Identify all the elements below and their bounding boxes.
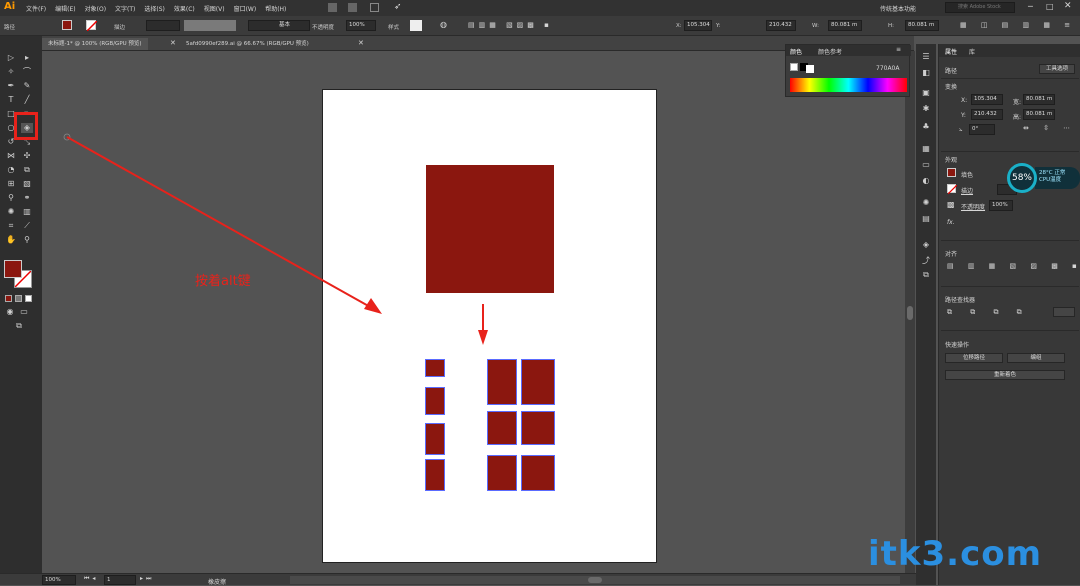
offset-path-button[interactable]: 位移路径 (945, 353, 1003, 363)
panel-dock: ☰ ◧ ▣ ✱ ♣ ▦ ▭ ◐ ✺ ▤ ◈ ⤴ ⧉ (916, 44, 936, 585)
vertical-scrollbar[interactable] (905, 51, 915, 573)
props-y-input[interactable]: 210.432 (971, 109, 1003, 120)
graphic-styles-dock-icon[interactable]: ▤ (920, 214, 932, 224)
quick-actions-heading: 快速操作 (945, 342, 970, 349)
gradient-dock-icon[interactable]: ▭ (920, 160, 932, 170)
tab-libraries[interactable]: 库 (969, 47, 975, 56)
props-header (939, 44, 1080, 57)
props-opacity-input[interactable]: 100% (989, 200, 1013, 211)
angle-input[interactable]: 0° (969, 124, 995, 135)
annotation-text: 按着alt键 (195, 274, 251, 289)
white-swatch[interactable] (806, 65, 814, 73)
transform-heading: 变换 (945, 84, 958, 91)
tab-properties[interactable]: 属性 (945, 47, 957, 56)
props-y-label: Y: (961, 112, 966, 119)
color-spectrum[interactable] (790, 78, 907, 92)
pointer-arrowhead (364, 298, 382, 314)
properties-panel: 属性 库 路径 工具选项 变换 X: 105.304 宽: 80.081 m Y… (938, 44, 1080, 585)
artboard-nav-next[interactable]: ▸⏭ (140, 575, 154, 583)
appearance-dock-icon[interactable]: ✺ (920, 198, 932, 208)
none-swatch[interactable] (790, 63, 798, 71)
props-x-label: X: (961, 97, 968, 104)
color-panel: 颜色 颜色参考 ≡ 770A0A (785, 44, 911, 97)
artboards-dock-icon[interactable]: ⧉ (920, 270, 932, 280)
status-bar: 100% ⏮◂ 1 ▸⏭ 橡皮擦 (0, 573, 916, 586)
symbols-dock-icon[interactable]: ♣ (920, 122, 932, 132)
cpu-label: CPU温度 (1039, 177, 1062, 183)
zoom-select[interactable]: 100% (42, 575, 76, 585)
props-fill-label: 填色 (961, 172, 974, 179)
artboard-number[interactable]: 1 (104, 575, 136, 585)
props-stroke-swatch[interactable] (947, 184, 957, 194)
tab-color-guide[interactable]: 颜色参考 (818, 47, 842, 56)
export-dock-icon[interactable]: ⤴ (920, 256, 932, 266)
recolor-button[interactable]: 重新着色 (945, 370, 1065, 380)
align-heading: 对齐 (945, 251, 958, 258)
props-h-label: 高: (1013, 114, 1022, 121)
props-w-input[interactable]: 80.081 m (1023, 94, 1055, 105)
swatches-dock-icon[interactable]: ▦ (920, 144, 932, 154)
panel-menu-icon[interactable]: ≡ (896, 46, 901, 53)
artboard-nav-prev[interactable]: ⏮◂ (84, 575, 98, 583)
cpu-temp: 28°C 正常 (1039, 170, 1066, 176)
pathfinder-heading: 路径查找器 (945, 297, 976, 304)
align-buttons[interactable]: ▤ ▥ ▦ ▧ ▨ ▩ ▪ ▫ (947, 262, 1080, 270)
props-fill-swatch[interactable] (947, 168, 956, 177)
properties-dock-icon[interactable]: ☰ (920, 52, 932, 62)
appearance-heading: 外观 (945, 157, 958, 164)
watermark: itk3.com (868, 534, 1043, 574)
opacity-icon: ▩ (947, 200, 955, 209)
brush-dock-icon[interactable]: ✱ (920, 104, 932, 114)
horizontal-scrollbar[interactable] (290, 576, 900, 584)
tool-options-button[interactable]: 工具选项 (1039, 64, 1075, 74)
h-scroll-thumb[interactable] (588, 577, 602, 583)
props-path-label: 路径 (945, 68, 958, 75)
pathfinder-expand-button[interactable] (1053, 307, 1075, 317)
flip-icons[interactable]: ⇹ ⇳ ⋯ (1023, 124, 1076, 132)
group-button[interactable]: 编组 (1007, 353, 1065, 363)
pathfinder-buttons[interactable]: ⧉ ⧉ ⧉ ⧉ (947, 308, 1030, 317)
down-arrowhead (478, 330, 488, 345)
cpu-gauge: 28°C 正常 CPU温度 58% (1007, 163, 1080, 193)
scroll-thumb[interactable] (907, 306, 913, 320)
color-panel-header (786, 45, 911, 56)
rotate-angle-icon: ⦣ (959, 126, 963, 133)
layers-dock-icon[interactable]: ◧ (920, 68, 932, 78)
hex-value[interactable]: 770A0A (876, 65, 899, 72)
cpu-percent: 58% (1007, 163, 1037, 193)
transparency-dock-icon[interactable]: ◐ (920, 176, 932, 186)
props-h-input[interactable]: 80.081 m (1023, 109, 1055, 120)
props-x-input[interactable]: 105.304 (971, 94, 1003, 105)
props-stroke-label[interactable]: 描边 (961, 186, 973, 195)
cpu-info: 28°C 正常 CPU温度 (1035, 167, 1080, 189)
props-opacity-label[interactable]: 不透明度 (961, 202, 985, 211)
props-w-label: 宽: (1013, 99, 1022, 106)
layers-stack-icon[interactable]: ◈ (920, 240, 932, 250)
fx-button[interactable]: fx. (947, 219, 955, 226)
image-dock-icon[interactable]: ▣ (920, 88, 932, 98)
tab-color[interactable]: 颜色 (790, 47, 802, 56)
